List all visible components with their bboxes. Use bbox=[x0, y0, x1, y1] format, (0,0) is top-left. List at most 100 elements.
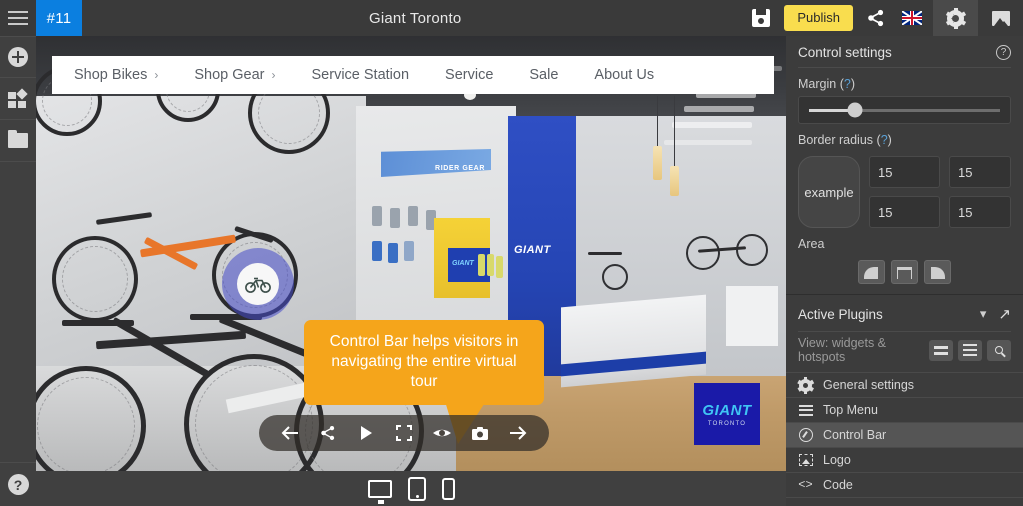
tab-media[interactable] bbox=[978, 0, 1023, 36]
list-detailed-icon bbox=[963, 344, 977, 346]
panorama-image: RIDER GEAR GIANT GIANT bbox=[36, 36, 786, 471]
radius-bottom-right-input[interactable]: 15 bbox=[949, 196, 1011, 228]
giant-wall-sign: GIANT bbox=[514, 244, 551, 256]
panorama-viewer[interactable]: RIDER GEAR GIANT GIANT Shop Bikes › Shop… bbox=[36, 36, 786, 471]
area-center-button[interactable] bbox=[891, 260, 918, 284]
tablet-icon bbox=[407, 476, 426, 501]
plugin-item-logo[interactable]: Logo bbox=[786, 448, 1023, 473]
play-icon bbox=[361, 426, 372, 440]
puzzle-icon bbox=[8, 87, 28, 108]
chevron-right-icon: › bbox=[154, 68, 159, 82]
publish-button[interactable]: Publish bbox=[784, 5, 853, 31]
plugin-view-buttons bbox=[929, 339, 1011, 361]
arrow-up-right-icon[interactable]: ↗ bbox=[998, 305, 1011, 323]
play-button[interactable] bbox=[355, 422, 377, 444]
margin-label-text: Margin bbox=[798, 77, 837, 91]
help-icon[interactable]: ? bbox=[996, 45, 1011, 60]
mobile-preview-button[interactable] bbox=[441, 477, 455, 500]
share-icon bbox=[321, 425, 335, 441]
uk-flag-icon bbox=[902, 11, 922, 25]
margin-slider[interactable] bbox=[798, 96, 1011, 124]
plugin-item-control-bar[interactable]: Control Bar bbox=[786, 423, 1023, 448]
share-button[interactable] bbox=[317, 422, 339, 444]
control-settings-title: Control settings bbox=[798, 45, 892, 60]
plugins-button[interactable] bbox=[0, 78, 36, 120]
list-compact-icon bbox=[934, 345, 948, 349]
plugin-label: Code bbox=[823, 478, 853, 492]
right-panel: Control settings ? Margin (?) Border rad… bbox=[786, 36, 1023, 506]
desktop-preview-button[interactable] bbox=[367, 479, 392, 504]
share-button[interactable] bbox=[863, 5, 889, 31]
search-icon bbox=[995, 346, 1003, 354]
radius-top-left-input[interactable]: 15 bbox=[869, 156, 940, 188]
logo-icon bbox=[798, 454, 813, 466]
border-radius-grid: 15 example 15 15 15 bbox=[786, 152, 1023, 228]
plugin-item-general-settings[interactable]: General settings bbox=[786, 373, 1023, 398]
hamburger-icon[interactable] bbox=[0, 0, 36, 36]
active-plugins-header: Active Plugins ▾ ↗ bbox=[786, 295, 1023, 331]
hotspot-bicycle[interactable] bbox=[222, 248, 294, 320]
menu-label: Sale bbox=[529, 67, 559, 83]
code-icon: <> bbox=[798, 478, 813, 492]
menu-item-about-us[interactable]: About Us bbox=[594, 67, 654, 83]
snapshot-button[interactable] bbox=[469, 422, 491, 444]
logo-plugin[interactable]: GIANT TORONTO bbox=[694, 383, 760, 445]
radius-top-right-input[interactable]: 15 bbox=[949, 156, 1011, 188]
plugin-label: General settings bbox=[823, 378, 915, 392]
slider-handle[interactable] bbox=[847, 102, 863, 118]
radius-example-preview: example bbox=[798, 156, 860, 228]
border-radius-label-text: Border radius bbox=[798, 133, 874, 147]
add-button[interactable] bbox=[0, 36, 36, 78]
help-icon[interactable]: ? bbox=[7, 474, 29, 495]
bicycle-icon bbox=[245, 277, 271, 293]
control-settings-header: Control settings ? bbox=[786, 36, 1023, 67]
gear-icon bbox=[797, 376, 814, 394]
slider-track bbox=[809, 102, 1000, 118]
app-root: #11 Giant Toronto Publish ? RIDER GEAR G… bbox=[0, 0, 1023, 506]
border-radius-hint[interactable]: ? bbox=[881, 133, 888, 147]
gear-icon bbox=[945, 7, 966, 29]
files-button[interactable] bbox=[0, 120, 36, 162]
desktop-icon bbox=[367, 479, 392, 504]
callout-text: Control Bar helps visitors in navigating… bbox=[329, 333, 519, 390]
plus-circle-icon bbox=[8, 47, 28, 67]
arrow-left-icon bbox=[281, 426, 298, 440]
tablet-preview-button[interactable] bbox=[407, 476, 426, 501]
radius-bottom-left-input[interactable]: 15 bbox=[869, 196, 940, 228]
chevron-down-icon[interactable]: ▾ bbox=[980, 306, 987, 322]
menu-item-service-station[interactable]: Service Station bbox=[312, 67, 410, 83]
hotspot-inner bbox=[237, 263, 279, 305]
next-scene-button[interactable] bbox=[507, 422, 529, 444]
plugin-item-top-menu[interactable]: Top Menu bbox=[786, 398, 1023, 423]
area-options bbox=[786, 256, 1023, 294]
border-radius-label: Border radius (?) bbox=[798, 133, 892, 147]
view-detailed-button[interactable] bbox=[958, 339, 982, 361]
previous-scene-button[interactable] bbox=[279, 422, 301, 444]
tour-top-menu: Shop Bikes › Shop Gear › Service Station… bbox=[52, 56, 774, 94]
menu-item-sale[interactable]: Sale bbox=[529, 67, 558, 83]
view-compact-button[interactable] bbox=[929, 339, 953, 361]
menu-item-shop-bikes[interactable]: Shop Bikes › bbox=[74, 67, 158, 83]
view-button[interactable] bbox=[431, 422, 453, 444]
camera-icon bbox=[472, 426, 488, 440]
share-icon bbox=[868, 9, 884, 27]
scene-number-badge[interactable]: #11 bbox=[36, 0, 82, 36]
device-preview-bar bbox=[36, 471, 786, 506]
plugin-search-button[interactable] bbox=[987, 339, 1011, 361]
margin-hint[interactable]: ? bbox=[844, 77, 851, 91]
menu-label: About Us bbox=[594, 67, 655, 83]
plugin-list: General settings Top Menu Control Bar Lo… bbox=[786, 372, 1023, 498]
plugin-item-code[interactable]: <> Code bbox=[786, 473, 1023, 498]
area-left-button[interactable] bbox=[858, 260, 885, 284]
area-right-button[interactable] bbox=[924, 260, 951, 284]
chevron-right-icon: › bbox=[271, 68, 276, 82]
save-button[interactable] bbox=[748, 5, 774, 31]
language-button[interactable] bbox=[899, 5, 925, 31]
fullscreen-button[interactable] bbox=[393, 422, 415, 444]
menu-item-service[interactable]: Service bbox=[445, 67, 493, 83]
tab-settings[interactable] bbox=[933, 0, 978, 36]
corner-left-icon bbox=[864, 267, 878, 279]
menu-item-shop-gear[interactable]: Shop Gear › bbox=[194, 67, 275, 83]
menu-label: Service Station bbox=[311, 67, 410, 83]
mobile-icon bbox=[441, 477, 455, 500]
